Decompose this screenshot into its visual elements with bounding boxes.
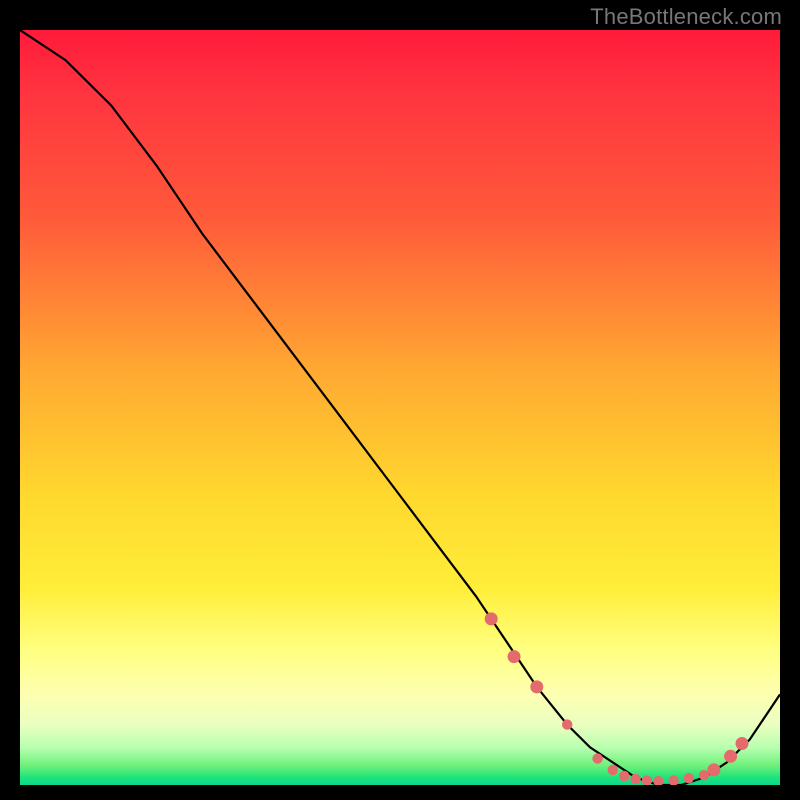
marker-group bbox=[485, 612, 749, 785]
bottleneck-curve bbox=[20, 30, 780, 785]
marker-point bbox=[608, 765, 618, 775]
chart-svg bbox=[20, 30, 780, 785]
marker-point bbox=[562, 719, 572, 729]
marker-point bbox=[619, 771, 629, 781]
chart-plot-area bbox=[20, 30, 780, 785]
marker-point bbox=[508, 650, 521, 663]
marker-point bbox=[530, 680, 543, 693]
marker-point bbox=[592, 753, 602, 763]
marker-point bbox=[736, 737, 749, 750]
marker-point bbox=[485, 612, 498, 625]
marker-point bbox=[684, 773, 694, 783]
chart-frame: TheBottleneck.com bbox=[0, 0, 800, 800]
marker-point bbox=[653, 776, 663, 785]
marker-point bbox=[668, 775, 678, 785]
marker-point bbox=[630, 774, 640, 784]
watermark-text: TheBottleneck.com bbox=[590, 4, 782, 30]
marker-point bbox=[707, 763, 720, 776]
marker-point bbox=[724, 750, 737, 763]
marker-point bbox=[642, 775, 652, 785]
